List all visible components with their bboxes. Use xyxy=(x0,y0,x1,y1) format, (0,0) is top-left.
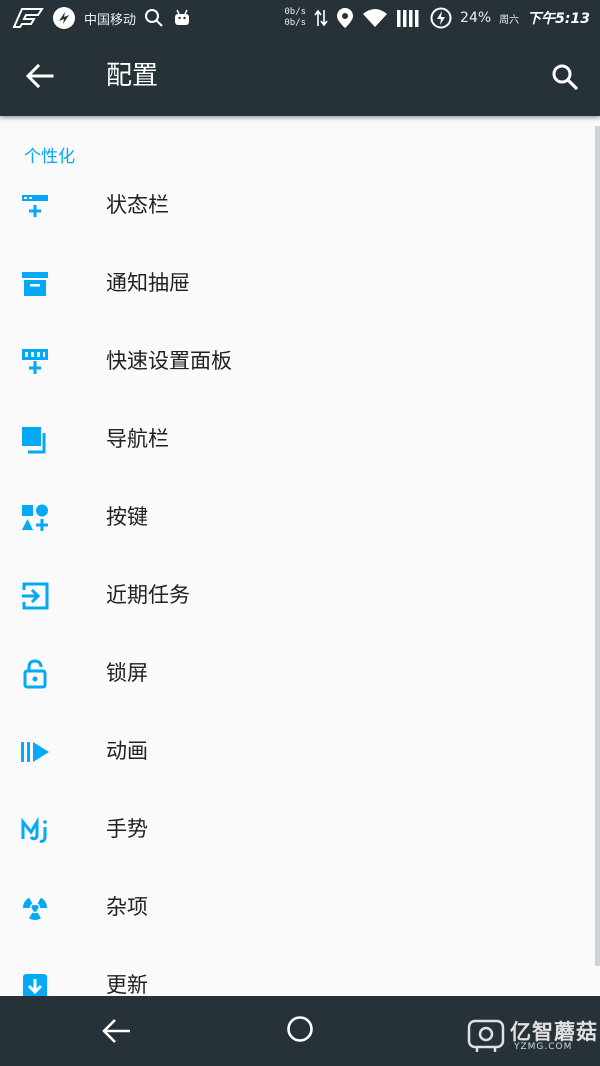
location-icon xyxy=(337,8,354,28)
settings-item-misc[interactable]: 杂项 xyxy=(0,870,590,948)
arrow-back-icon[interactable] xyxy=(24,62,56,90)
settings-item-status-bar[interactable]: 状态栏 xyxy=(0,168,590,246)
settings-item-recent-tasks[interactable]: 近期任务 xyxy=(0,558,590,636)
signal-icon xyxy=(397,10,419,27)
android-icon xyxy=(175,9,190,25)
nav-home-icon[interactable] xyxy=(284,1013,316,1045)
weekday: 周六 xyxy=(499,14,520,26)
settings-item-update[interactable]: 更新 xyxy=(0,948,590,996)
settings-item-animation[interactable]: 动画 xyxy=(0,714,590,792)
settings-item-label: 更新 xyxy=(106,973,148,996)
search-icon xyxy=(145,9,163,27)
net-up: 0b/s xyxy=(284,7,307,17)
app-bar: 配置 xyxy=(0,36,600,116)
network-speed: 0b/s 0b/s xyxy=(284,7,306,29)
search-icon[interactable] xyxy=(550,62,580,92)
nav-back-icon[interactable] xyxy=(100,1014,134,1048)
settings-item-label: 通知抽屉 xyxy=(106,271,190,295)
status-bar-icon xyxy=(22,195,48,217)
carrier-logo-icon xyxy=(53,7,75,29)
settings-item-label: 近期任务 xyxy=(106,583,190,607)
page-title: 配置 xyxy=(106,61,159,91)
battery-level: 24% xyxy=(460,10,492,26)
shapes-icon xyxy=(22,504,48,531)
archive-drawer-icon xyxy=(22,272,48,296)
gesture-icon xyxy=(21,816,47,843)
settings-item-label: 手势 xyxy=(106,817,148,841)
settings-item-label: 按键 xyxy=(106,505,148,529)
system-nav-bar: 亿智蘑菇 YZMG.COM xyxy=(0,996,600,1066)
settings-item-label: 杂项 xyxy=(106,895,148,919)
clock: 下午5:13 xyxy=(527,11,590,27)
carrier-name: 中国移动 xyxy=(84,12,137,28)
settings-item-buttons[interactable]: 按键 xyxy=(0,480,590,558)
wifi-icon xyxy=(363,9,388,27)
status-bar: 中国移动 0b/s 0b/s 24% 周六 下午5:13 xyxy=(0,0,600,36)
settings-item-gestures[interactable]: 手势 xyxy=(0,792,590,870)
navigation-bar-icon xyxy=(22,427,46,454)
data-transfer-icon xyxy=(314,9,328,27)
settings-item-label: 导航栏 xyxy=(106,427,169,451)
section-title: 个性化 xyxy=(24,147,75,167)
settings-item-quick-settings[interactable]: 快速设置面板 xyxy=(0,324,590,402)
watermark-logo-icon xyxy=(467,1019,505,1052)
animation-icon xyxy=(21,742,49,762)
settings-item-label: 快速设置面板 xyxy=(106,349,232,373)
settings-item-lock-screen[interactable]: 锁屏 xyxy=(0,636,590,714)
settings-item-navigation-bar[interactable]: 导航栏 xyxy=(0,402,590,480)
radiation-icon xyxy=(22,897,48,921)
update-download-icon xyxy=(23,974,47,996)
app-logo-icon xyxy=(12,8,44,28)
recent-tasks-icon xyxy=(22,582,49,610)
battery-charging-icon xyxy=(430,7,452,29)
settings-item-label: 锁屏 xyxy=(106,661,148,685)
net-down: 0b/s xyxy=(284,18,307,28)
scrollbar[interactable] xyxy=(595,126,600,966)
watermark-subtext: YZMG.COM xyxy=(514,1042,573,1052)
settings-item-label: 动画 xyxy=(106,739,148,763)
lock-open-icon xyxy=(23,659,47,689)
quick-settings-icon xyxy=(22,349,48,374)
settings-item-label: 状态栏 xyxy=(106,193,169,217)
settings-item-notification-drawer[interactable]: 通知抽屉 xyxy=(0,246,590,324)
settings-list[interactable]: 个性化 状态栏 通知抽屉 快速设置面板 导航栏 按键 近期任务 锁屏 动画 手势… xyxy=(0,116,600,996)
